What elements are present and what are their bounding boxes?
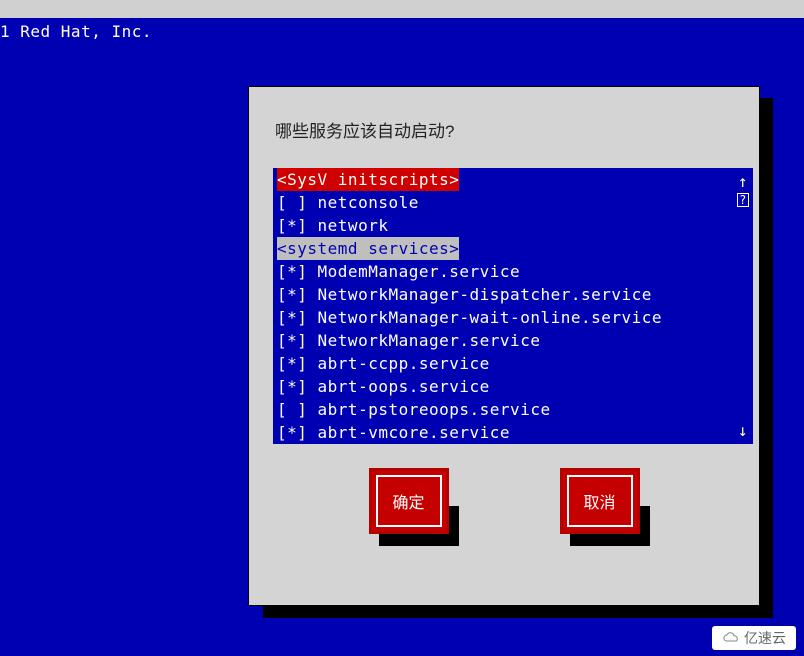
scroll-help-indicator: ? — [737, 193, 749, 207]
service-item[interactable]: [*] NetworkManager-dispatcher.service — [277, 283, 749, 306]
service-item[interactable]: [*] NetworkManager.service — [277, 329, 749, 352]
section-header-sysv: <SysV initscripts> — [277, 168, 749, 191]
window-titlebar — [0, 0, 804, 18]
watermark-badge: 亿速云 — [712, 626, 796, 650]
watermark-text: 亿速云 — [744, 628, 786, 648]
service-item[interactable]: [*] NetworkManager-wait-online.service — [277, 306, 749, 329]
service-item[interactable]: [*] abrt-oops.service — [277, 375, 749, 398]
section-header-systemd: <systemd services> — [277, 237, 749, 260]
cloud-icon — [722, 631, 740, 645]
service-item[interactable]: [*] network — [277, 214, 749, 237]
scroll-down-indicator: ↓ — [737, 419, 749, 442]
service-listbox[interactable]: ↑ ? ↓ <SysV initscripts> [ ] netconsole … — [273, 168, 753, 444]
service-item[interactable]: [ ] abrt-pstoreoops.service — [277, 398, 749, 421]
service-item[interactable]: [*] abrt-vmcore.service — [277, 421, 749, 444]
vendor-line: 1 Red Hat, Inc. — [0, 18, 804, 41]
service-item[interactable]: [*] abrt-ccpp.service — [277, 352, 749, 375]
ntsysv-dialog: 哪些服务应该自动启动? ↑ ? ↓ <SysV initscripts> [ ]… — [248, 86, 760, 606]
scroll-up-indicator: ↑ — [737, 170, 749, 193]
cancel-button[interactable]: 取消 — [560, 468, 640, 534]
service-item[interactable]: [*] ModemManager.service — [277, 260, 749, 283]
ok-button-stack: 确定 — [369, 468, 449, 534]
ok-button[interactable]: 确定 — [369, 468, 449, 534]
service-item[interactable]: [ ] netconsole — [277, 191, 749, 214]
service-list-inner: <SysV initscripts> [ ] netconsole [*] ne… — [273, 168, 753, 444]
cancel-button-stack: 取消 — [560, 468, 640, 534]
dialog-title: 哪些服务应该自动启动? — [275, 117, 735, 142]
button-row: 确定 取消 — [273, 468, 735, 534]
